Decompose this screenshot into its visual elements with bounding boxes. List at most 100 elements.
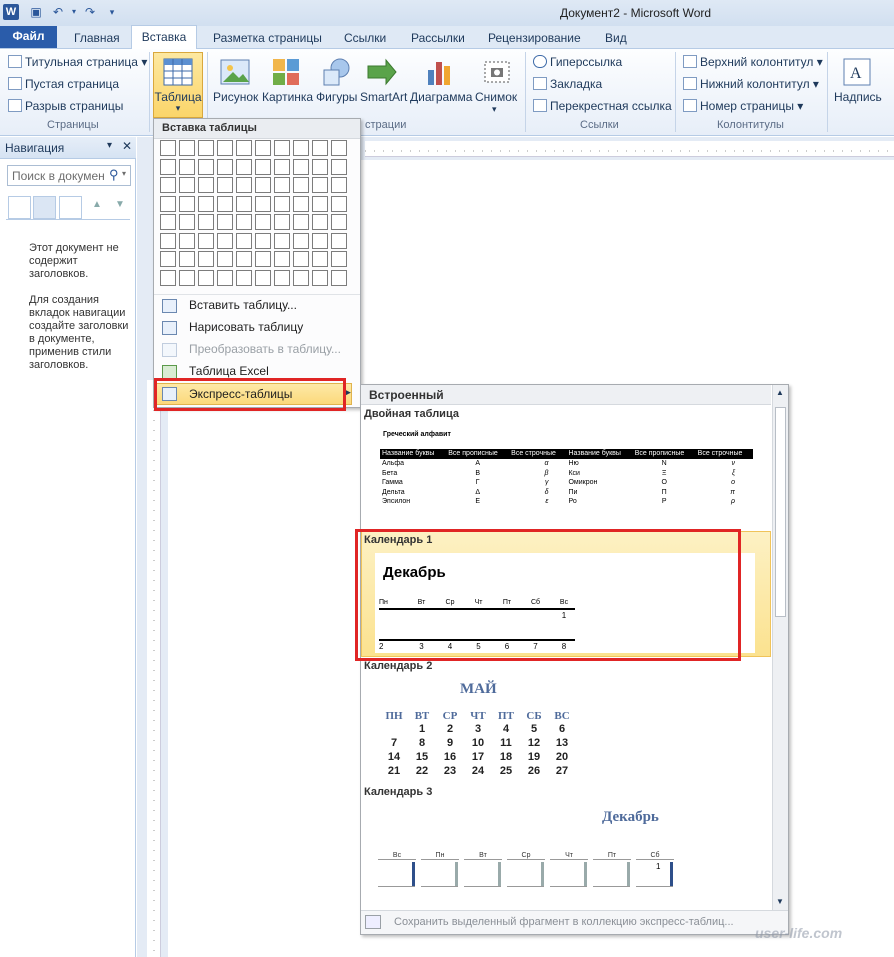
grid-cell[interactable] — [274, 269, 290, 286]
grid-cell[interactable] — [331, 232, 347, 249]
scroll-down-icon[interactable]: ▼ — [776, 897, 784, 906]
grid-cell[interactable] — [217, 214, 233, 230]
grid-cell[interactable] — [331, 214, 347, 230]
grid-cell[interactable] — [198, 140, 214, 156]
grid-cell[interactable] — [198, 158, 214, 175]
grid-cell[interactable] — [236, 158, 252, 175]
tab-references[interactable]: Ссылки — [342, 29, 388, 49]
tab-view[interactable]: Вид — [603, 29, 629, 49]
grid-cell[interactable] — [179, 251, 195, 267]
grid-cell[interactable] — [255, 232, 271, 249]
menu-item-insert-table[interactable]: Вставить таблицу... — [154, 295, 360, 317]
undo-dropdown-icon[interactable]: ▾ — [66, 4, 82, 20]
pages-tab-icon[interactable] — [33, 196, 56, 219]
grid-cell[interactable] — [160, 177, 176, 193]
grid-cell[interactable] — [255, 140, 271, 156]
footer-button[interactable]: Нижний колонтитул ▾ — [683, 77, 819, 91]
tab-file[interactable]: Файл — [0, 26, 57, 48]
grid-cell[interactable] — [179, 177, 195, 193]
clipart-button[interactable]: Картинка — [262, 90, 313, 104]
screenshot-button[interactable]: Снимок — [475, 90, 517, 104]
grid-cell[interactable] — [160, 140, 176, 156]
grid-cell[interactable] — [198, 214, 214, 230]
chart-button[interactable]: Диаграмма — [410, 90, 472, 104]
grid-cell[interactable] — [331, 177, 347, 193]
pane-options-icon[interactable]: ▾ — [107, 140, 112, 151]
page-number-button[interactable]: Номер страницы ▾ — [683, 99, 803, 113]
grid-cell[interactable] — [217, 140, 233, 156]
previous-icon[interactable]: ▲ — [92, 199, 102, 210]
grid-cell[interactable] — [179, 232, 195, 249]
grid-cell[interactable] — [331, 140, 347, 156]
grid-cell[interactable] — [179, 195, 195, 212]
grid-cell[interactable] — [274, 140, 290, 156]
grid-cell[interactable] — [236, 269, 252, 286]
grid-cell[interactable] — [236, 177, 252, 193]
cover-page-button[interactable]: Титульная страница ▾ — [8, 55, 147, 69]
undo-icon[interactable]: ↶ — [50, 4, 66, 20]
grid-cell[interactable] — [312, 214, 328, 230]
grid-cell[interactable] — [312, 177, 328, 193]
grid-cell[interactable] — [312, 269, 328, 286]
headings-tab-icon[interactable] — [8, 196, 31, 219]
grid-cell[interactable] — [160, 269, 176, 286]
grid-cell[interactable] — [236, 195, 252, 212]
tab-mailings[interactable]: Рассылки — [409, 29, 467, 49]
picture-button[interactable]: Рисунок — [213, 90, 258, 104]
grid-cell[interactable] — [255, 251, 271, 267]
grid-cell[interactable] — [274, 158, 290, 175]
grid-cell[interactable] — [293, 195, 309, 212]
next-icon[interactable]: ▼ — [115, 199, 125, 210]
grid-cell[interactable] — [179, 214, 195, 230]
tab-page-layout[interactable]: Разметка страницы — [211, 29, 324, 49]
grid-cell[interactable] — [312, 232, 328, 249]
grid-cell[interactable] — [274, 214, 290, 230]
grid-cell[interactable] — [312, 140, 328, 156]
tab-insert[interactable]: Вставка — [131, 25, 197, 50]
table-button[interactable]: Таблица ▾ — [153, 52, 203, 118]
chevron-down-icon[interactable]: ▾ — [122, 169, 126, 178]
shapes-button[interactable]: Фигуры — [316, 90, 357, 104]
grid-cell[interactable] — [255, 269, 271, 286]
grid-cell[interactable] — [179, 140, 195, 156]
tab-home[interactable]: Главная — [72, 29, 122, 49]
grid-cell[interactable] — [160, 214, 176, 230]
grid-cell[interactable] — [293, 251, 309, 267]
bookmark-button[interactable]: Закладка — [533, 77, 602, 91]
grid-cell[interactable] — [274, 232, 290, 249]
grid-cell[interactable] — [255, 214, 271, 230]
grid-cell[interactable] — [331, 251, 347, 267]
gallery-item-calendar-3[interactable]: Декабрь Вс Пн Вт Ср Чт Пт Сб 1 — [364, 800, 770, 908]
grid-cell[interactable] — [217, 251, 233, 267]
grid-cell[interactable] — [217, 195, 233, 212]
grid-cell[interactable] — [217, 158, 233, 175]
grid-cell[interactable] — [293, 140, 309, 156]
grid-cell[interactable] — [293, 232, 309, 249]
close-icon[interactable]: ✕ — [122, 139, 132, 153]
grid-cell[interactable] — [236, 140, 252, 156]
word-logo-icon[interactable]: W — [3, 4, 19, 20]
gallery-item-calendar-2[interactable]: МАЙ ПН ВТ СР ЧТ ПТ СБ ВС 1 2 3 4 5 6 7 8 9 10 11 12 13 14 15… — [364, 675, 770, 785]
grid-cell[interactable] — [331, 195, 347, 212]
customize-qat-icon[interactable]: ▾ — [104, 4, 120, 20]
grid-cell[interactable] — [255, 195, 271, 212]
grid-cell[interactable] — [160, 251, 176, 267]
grid-cell[interactable] — [312, 195, 328, 212]
grid-cell[interactable] — [255, 177, 271, 193]
grid-cell[interactable] — [293, 158, 309, 175]
grid-cell[interactable] — [312, 251, 328, 267]
grid-cell[interactable] — [293, 177, 309, 193]
save-icon[interactable]: ▣ — [28, 4, 44, 20]
tab-review[interactable]: Рецензирование — [486, 29, 583, 49]
grid-cell[interactable] — [160, 158, 176, 175]
redo-icon[interactable]: ↷ — [82, 4, 98, 20]
grid-cell[interactable] — [274, 195, 290, 212]
grid-cell[interactable] — [198, 269, 214, 286]
menu-item-draw-table[interactable]: Нарисовать таблицу — [154, 317, 360, 339]
grid-cell[interactable] — [198, 251, 214, 267]
smartart-button[interactable]: SmartArt — [360, 90, 407, 104]
grid-cell[interactable] — [236, 214, 252, 230]
grid-cell[interactable] — [274, 177, 290, 193]
grid-cell[interactable] — [160, 195, 176, 212]
gallery-item-double-table[interactable]: Греческий алфавит Название буквы Все проп… — [364, 425, 770, 528]
